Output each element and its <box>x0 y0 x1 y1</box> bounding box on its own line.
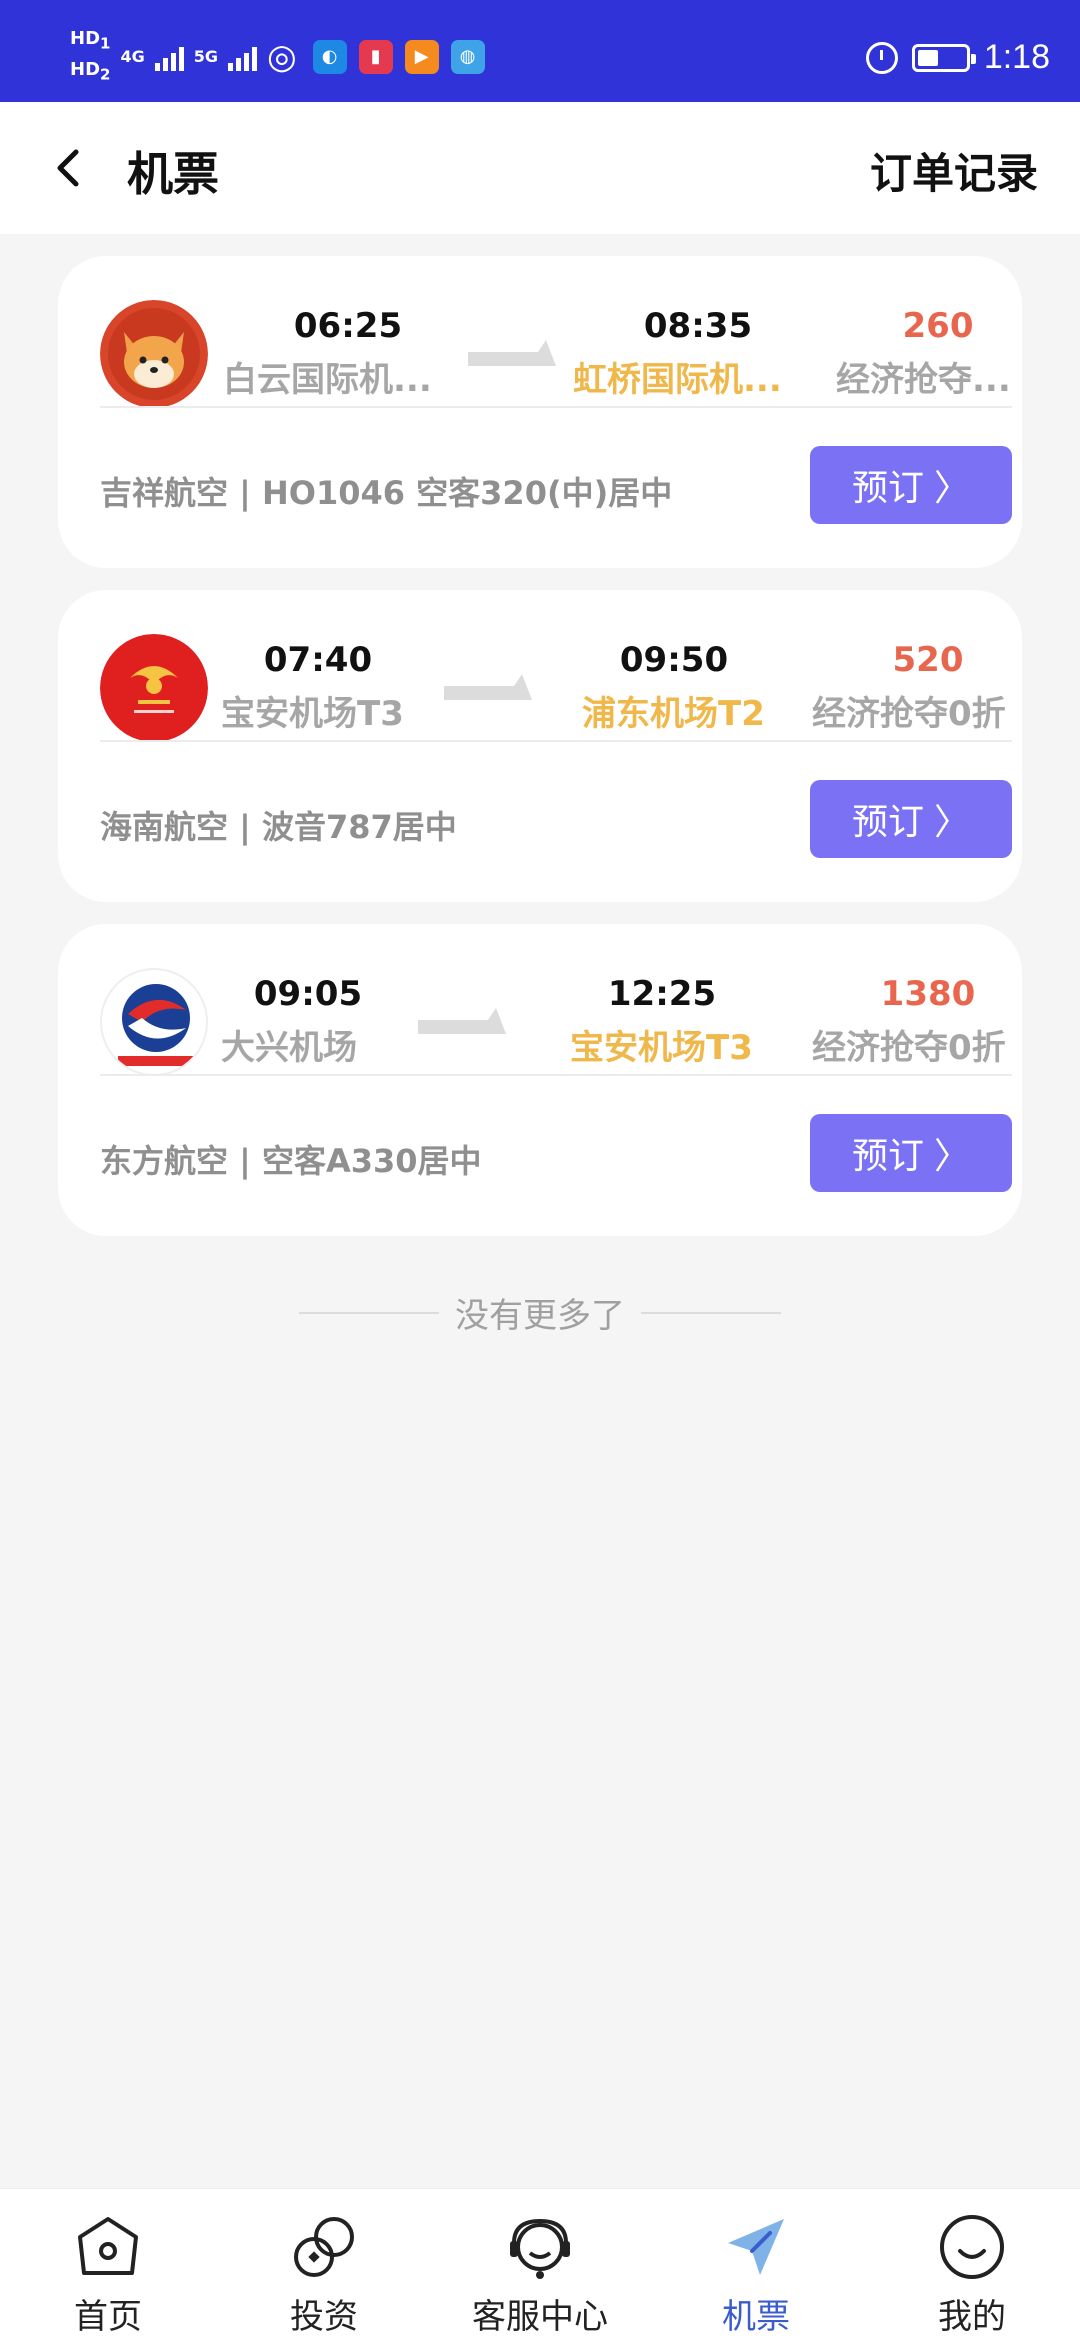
route-arrow-icon <box>418 1008 506 1034</box>
airline-info: 海南航空 | 波音787居中 <box>100 808 457 846</box>
browser-app-icon: ◐ <box>312 39 347 74</box>
nav-item-service[interactable]: 客服中心 <box>432 2189 648 2340</box>
arrival-time: 09:50 <box>619 640 729 680</box>
arrival-time: 12:25 <box>607 974 717 1014</box>
flight-card[interactable]: 07:40 宝安机场T3 09:50 浦东机场T2 520 经济抢夺0折 海南航… <box>58 590 1022 902</box>
alarm-icon <box>865 41 898 74</box>
fare-class: 经济抢夺... <box>836 360 1011 400</box>
arrival-time: 08:35 <box>643 306 753 346</box>
arrival-airport: 虹桥国际机... <box>573 360 782 400</box>
price: 520 <box>892 640 964 680</box>
book-button[interactable]: 预订〉 <box>810 780 1012 858</box>
home-icon <box>78 2217 138 2275</box>
plane-icon <box>728 2219 784 2275</box>
page-title: 机票 <box>127 147 219 201</box>
divider <box>100 740 1012 742</box>
divider <box>100 406 1012 408</box>
flight-card[interactable]: 09:05 大兴机场 12:25 宝安机场T3 1380 经济抢夺0折 东方航空… <box>58 924 1022 1236</box>
book-button[interactable]: 预订〉 <box>810 446 1012 524</box>
price: 260 <box>902 306 974 346</box>
departure-airport: 宝安机场T3 <box>221 694 404 734</box>
video-app-icon: ▶ <box>404 39 439 74</box>
globe-app-icon: ◍ <box>450 39 485 74</box>
profile-icon <box>940 2215 1004 2279</box>
signal-icon <box>227 43 257 71</box>
divider <box>641 1311 781 1314</box>
nav-item-home[interactable]: 首页 <box>0 2189 216 2340</box>
book-app-icon: ▮ <box>358 39 393 74</box>
departure-time: 07:40 <box>263 640 373 680</box>
flight-card[interactable]: 06:25 白云国际机... 08:35 虹桥国际机... 260 经济抢夺..… <box>58 256 1022 568</box>
airline-info: 东方航空 | 空客A330居中 <box>100 1142 482 1180</box>
status-time: 1:18 <box>983 38 1050 76</box>
departure-time: 09:05 <box>253 974 363 1014</box>
fare-class: 经济抢夺0折 <box>812 694 1006 734</box>
fare-class: 经济抢夺0折 <box>812 1028 1006 1068</box>
divider <box>100 1074 1012 1076</box>
nav-item-flights[interactable]: 机票 <box>648 2189 864 2340</box>
hd-indicator: HD1 HD2 <box>70 28 111 84</box>
status-bar: HD1 HD2 4G 5G ◎ ◐ ▮ ▶ ◍ 1:18 <box>0 0 1080 102</box>
coins-icon <box>294 2217 354 2277</box>
chevron-right-icon: 〉 <box>934 468 971 509</box>
network-4g-label: 4G <box>120 47 145 67</box>
divider <box>299 1311 439 1314</box>
nav-item-profile[interactable]: 我的 <box>864 2189 1080 2340</box>
chevron-right-icon: 〉 <box>934 1136 971 1177</box>
nav-item-invest[interactable]: 投资 <box>216 2189 432 2340</box>
book-button[interactable]: 预订〉 <box>810 1114 1012 1192</box>
arrival-airport: 宝安机场T3 <box>570 1028 753 1068</box>
arrival-airport: 浦东机场T2 <box>582 694 765 734</box>
back-arrow-icon[interactable] <box>50 146 90 190</box>
battery-icon <box>911 43 976 72</box>
departure-airport: 大兴机场 <box>221 1028 357 1068</box>
departure-time: 06:25 <box>293 306 403 346</box>
headset-icon <box>510 2218 570 2279</box>
bottom-nav: 首页 投资 客服中心 机票 我的 <box>0 2188 1080 2340</box>
order-records-link[interactable]: 订单记录 <box>870 140 1038 201</box>
airline-logo-shiba-icon <box>100 300 208 408</box>
network-5g-label: 5G <box>193 47 218 67</box>
hotspot-icon: ◎ <box>266 36 297 77</box>
departure-airport: 白云国际机... <box>223 360 432 400</box>
header: 机票 订单记录 <box>0 102 1080 234</box>
end-of-list: 没有更多了 <box>0 1288 1080 1337</box>
signal-icon <box>154 43 184 71</box>
chevron-right-icon: 〉 <box>934 802 971 843</box>
no-more-text: 没有更多了 <box>455 1296 625 1336</box>
price: 1380 <box>880 974 976 1014</box>
airline-info: 吉祥航空 | HO1046 空客320(中)居中 <box>100 474 673 512</box>
